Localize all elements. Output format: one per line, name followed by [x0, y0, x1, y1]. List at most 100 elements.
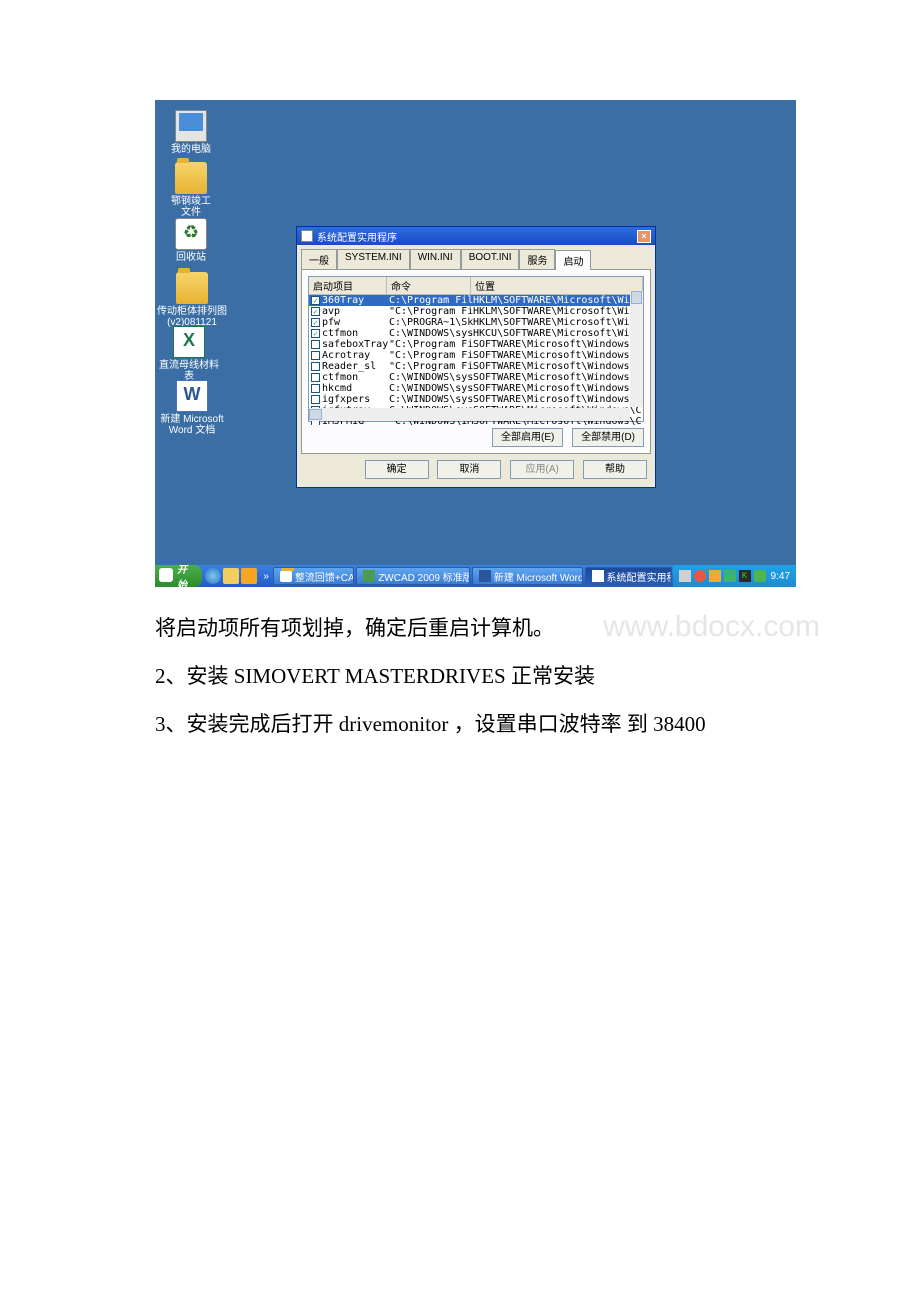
tray-icon[interactable] — [754, 570, 766, 582]
msconfig-icon — [592, 570, 604, 582]
item-command: "C:\Program Files... — [389, 306, 473, 317]
show-desktop-icon[interactable] — [223, 568, 239, 584]
icon-label: 我的电脑 — [167, 144, 215, 155]
item-name: 360Tray — [322, 295, 364, 306]
excel-icon — [173, 326, 205, 358]
list-header: 启动项目 命令 位置 — [309, 277, 643, 295]
item-command: "C:\Program Files... — [389, 361, 473, 372]
table-row[interactable]: ctfmonC:\WINDOWS\system...SOFTWARE\Micro… — [309, 372, 643, 383]
item-name: safeboxTray — [322, 339, 388, 350]
table-row[interactable]: ✓ctfmonC:\WINDOWS\system...HKCU\SOFTWARE… — [309, 328, 643, 339]
titlebar[interactable]: 系统配置实用程序 × — [297, 227, 655, 245]
table-row[interactable]: hkcmd C:\WINDOWS\system...SOFTWARE\Micros… — [309, 383, 643, 394]
vertical-scrollbar[interactable] — [630, 291, 643, 407]
help-button[interactable]: 帮助 — [583, 460, 647, 479]
outlook-icon[interactable] — [241, 568, 257, 584]
tray-icon[interactable] — [724, 570, 736, 582]
taskbar-label: 系统配置实用程序 — [607, 569, 672, 584]
item-name: avp — [322, 306, 340, 317]
computer-icon — [175, 110, 207, 142]
startup-list[interactable]: 启动项目 命令 位置 ✓360TrayC:\Program Files\...H… — [308, 276, 644, 422]
table-row[interactable]: ✓360TrayC:\Program Files\...HKLM\SOFTWAR… — [309, 295, 643, 306]
col-command[interactable]: 命令 — [387, 277, 471, 294]
paragraph: 将启动项所有项划掉，确定后重启计算机。 — [155, 607, 765, 649]
tray-icon[interactable] — [679, 570, 691, 582]
checkbox[interactable] — [311, 373, 320, 382]
folder-icon-2[interactable]: 传动柜体排列图(v2)081121 — [157, 272, 227, 328]
paragraph: 2、安装 SIMOVERT MASTERDRIVES 正常安装 — [155, 655, 765, 697]
scrollbar-thumb[interactable] — [631, 291, 642, 304]
checkbox[interactable]: ✓ — [311, 307, 320, 316]
item-command: C:\WINDOWS\system... — [389, 394, 473, 405]
table-row[interactable]: ✓pfw C:\PROGRA~1\SkyNe...HKLM\SOFTWARE\Mi… — [309, 317, 643, 328]
icon-label: 鄂钢竣工文件 — [167, 196, 215, 218]
ok-button[interactable]: 确定 — [365, 460, 429, 479]
tray-icon[interactable] — [694, 570, 706, 582]
tray-ime-icon[interactable]: K — [739, 570, 751, 582]
paragraph: 3、安装完成后打开 drivemonitor ，设置串口波特率 到 38400 — [155, 703, 765, 745]
excel-file-icon[interactable]: 直流母线材料表 — [159, 326, 219, 382]
enable-all-button[interactable]: 全部启用(E) — [492, 428, 563, 447]
clock[interactable]: 9:47 — [771, 571, 790, 582]
tab-startup[interactable]: 启动 — [555, 250, 591, 270]
checkbox[interactable]: ✓ — [311, 296, 320, 305]
col-startup-item[interactable]: 启动项目 — [309, 277, 387, 294]
close-button[interactable]: × — [637, 230, 651, 243]
tray-icon[interactable] — [709, 570, 721, 582]
checkbox[interactable]: ✓ — [311, 329, 320, 338]
inner-button-row: 全部启用(E) 全部禁用(D) — [308, 428, 644, 447]
table-row[interactable]: ✓avp"C:\Program Files...HKLM\SOFTWARE\Mi… — [309, 306, 643, 317]
col-location[interactable]: 位置 — [471, 277, 643, 294]
item-command: "C:\Program Files... — [389, 339, 473, 350]
item-name: Reader_sl — [322, 361, 376, 372]
tab-general[interactable]: 一般 — [301, 249, 337, 269]
checkbox[interactable] — [311, 384, 320, 393]
tab-bootini[interactable]: BOOT.INI — [461, 249, 520, 269]
taskbar-button-3[interactable]: 新建 Microsoft Word 文... — [472, 567, 583, 585]
checkbox[interactable]: ✓ — [311, 318, 320, 327]
table-row[interactable]: igfxpersC:\WINDOWS\system...SOFTWARE\Mic… — [309, 394, 643, 405]
quick-launch — [205, 568, 257, 584]
item-name: pfw — [322, 317, 340, 328]
table-row[interactable]: Acrotray"C:\Program Files...SOFTWARE\Mic… — [309, 350, 643, 361]
tab-systemini[interactable]: SYSTEM.INI — [337, 249, 410, 269]
tab-services[interactable]: 服务 — [519, 249, 555, 269]
checkbox[interactable] — [311, 351, 320, 360]
item-location: HKLM\SOFTWARE\Microsoft\Windows\Current.… — [473, 317, 641, 328]
app-icon — [301, 230, 313, 242]
checkbox[interactable] — [311, 362, 320, 371]
folder-icon — [176, 272, 208, 304]
item-name: igfxpers — [322, 394, 370, 405]
chevron-icon[interactable]: » — [263, 571, 269, 582]
word-icon — [479, 570, 491, 582]
item-location: SOFTWARE\Microsoft\Windows\CurrentVersi.… — [473, 383, 641, 394]
item-command: C:\PROGRA~1\SkyNe... — [389, 317, 473, 328]
disable-all-button[interactable]: 全部禁用(D) — [572, 428, 644, 447]
table-row[interactable]: Reader_sl "C:\Program Files...SOFTWARE\Mi… — [309, 361, 643, 372]
table-row[interactable]: safeboxTray"C:\Program Files...SOFTWARE\… — [309, 339, 643, 350]
taskbar-button-4[interactable]: 系统配置实用程序 — [585, 567, 672, 585]
taskbar-button-1[interactable]: 整流回馈+CAC1 — [273, 567, 354, 585]
scrollbar-thumb[interactable] — [309, 409, 322, 420]
start-button[interactable]: 开始 — [155, 565, 202, 587]
horizontal-scrollbar[interactable] — [309, 408, 630, 421]
recycle-bin-icon[interactable]: 回收站 — [167, 218, 215, 263]
taskbar-label: ZWCAD 2009 标准版 - [... — [378, 569, 470, 584]
my-computer-icon[interactable]: 我的电脑 — [167, 110, 215, 155]
word-file-icon[interactable]: 新建 Microsoft Word 文档 — [157, 380, 227, 436]
item-command: C:\WINDOWS\system... — [389, 328, 473, 339]
folder-icon-1[interactable]: 鄂钢竣工文件 — [167, 162, 215, 218]
word-icon — [176, 380, 208, 412]
checkbox[interactable] — [311, 395, 320, 404]
tab-winini[interactable]: WIN.INI — [410, 249, 461, 269]
ie-icon[interactable] — [205, 568, 221, 584]
taskbar-button-2[interactable]: ZWCAD 2009 标准版 - [... — [356, 567, 470, 585]
apply-button[interactable]: 应用(A) — [510, 460, 574, 479]
item-name: hkcmd — [322, 383, 352, 394]
document-text: 将启动项所有项划掉，确定后重启计算机。 2、安装 SIMOVERT MASTER… — [0, 587, 920, 745]
tabs: 一般 SYSTEM.INI WIN.INI BOOT.INI 服务 启动 — [297, 245, 655, 269]
item-location: SOFTWARE\Microsoft\Windows\CurrentVersi.… — [473, 361, 641, 372]
cancel-button[interactable]: 取消 — [437, 460, 501, 479]
checkbox[interactable] — [311, 340, 320, 349]
item-command: C:\WINDOWS\system... — [389, 383, 473, 394]
